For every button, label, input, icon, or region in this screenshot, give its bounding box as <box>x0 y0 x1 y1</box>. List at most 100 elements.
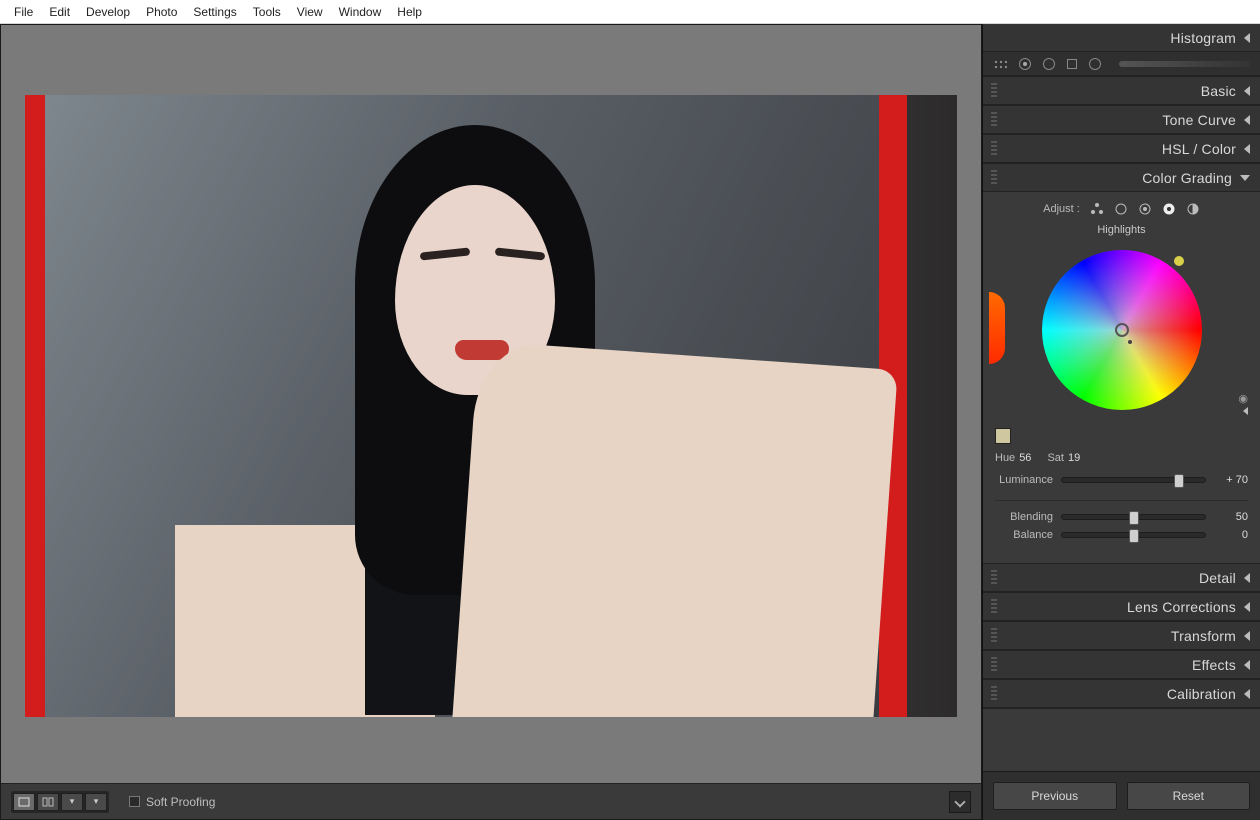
panel-grip-icon <box>991 141 997 157</box>
panel-grip-icon <box>991 570 997 586</box>
view-mode-group: ▾ ▾ <box>11 791 109 813</box>
panel-footer: Previous Reset <box>983 771 1260 820</box>
cg-color-swatch[interactable] <box>995 428 1011 444</box>
collapse-left-icon <box>1244 573 1250 583</box>
view-loupe-icon[interactable] <box>13 793 35 811</box>
view-option-a-icon[interactable]: ▾ <box>61 793 83 811</box>
panel-color-grading-title: Color Grading <box>1142 170 1232 186</box>
panel-detail[interactable]: Detail <box>983 564 1260 592</box>
workspace: ▾ ▾ Soft Proofing Histogram <box>0 24 1260 820</box>
brush-size-indicator[interactable] <box>1119 61 1250 67</box>
menu-bar: File Edit Develop Photo Settings Tools V… <box>0 0 1260 24</box>
cg-luminance-value[interactable]: + 70 <box>1214 474 1248 486</box>
menu-edit[interactable]: Edit <box>41 3 78 21</box>
panel-calibration[interactable]: Calibration <box>983 680 1260 708</box>
cg-luminance-label: Luminance <box>995 474 1053 486</box>
color-grading-body: Adjust : Highlights ◉ <box>983 192 1260 563</box>
radial-tool-icon[interactable] <box>1089 58 1101 70</box>
panel-calibration-title: Calibration <box>1167 686 1236 702</box>
cg-wheel-area: ◉ <box>995 242 1248 422</box>
panel-lens-corrections[interactable]: Lens Corrections <box>983 593 1260 621</box>
cg-adjust-row: Adjust : <box>995 202 1248 216</box>
masking-tool-icon[interactable] <box>1067 59 1077 69</box>
cg-wheel-hue-handle[interactable] <box>1174 256 1184 266</box>
menu-photo[interactable]: Photo <box>138 3 185 21</box>
cg-sat-value[interactable]: 19 <box>1068 452 1080 464</box>
panel-grip-icon <box>991 112 997 128</box>
panel-hsl-color[interactable]: HSL / Color <box>983 135 1260 163</box>
spot-removal-icon[interactable] <box>1019 58 1031 70</box>
cg-view-shadows-icon[interactable] <box>1114 202 1128 216</box>
cg-view-global-icon[interactable] <box>1186 202 1200 216</box>
cg-view-midtones-icon[interactable] <box>1138 202 1152 216</box>
panel-color-grading[interactable]: Color Grading <box>983 164 1260 192</box>
cg-hue-value[interactable]: 56 <box>1019 452 1031 464</box>
panel-transform[interactable]: Transform <box>983 622 1260 650</box>
panel-basic[interactable]: Basic <box>983 77 1260 105</box>
cg-hue-label: Hue <box>995 452 1015 464</box>
toolbar-more-dropdown[interactable] <box>949 791 971 813</box>
cg-subtitle: Highlights <box>995 224 1248 236</box>
menu-window[interactable]: Window <box>331 3 390 21</box>
menu-view[interactable]: View <box>289 3 331 21</box>
redeye-tool-icon[interactable] <box>1043 58 1055 70</box>
cg-preview-eye-icon[interactable]: ◉ <box>1238 392 1248 405</box>
menu-tools[interactable]: Tools <box>245 3 289 21</box>
slider-thumb[interactable] <box>1129 529 1139 543</box>
view-option-b-icon[interactable]: ▾ <box>85 793 107 811</box>
develop-panel: Histogram Basic Tone Curve <box>982 24 1260 820</box>
menu-help[interactable]: Help <box>389 3 430 21</box>
collapse-left-icon <box>1244 86 1250 96</box>
cg-wheel-center-icon <box>1115 323 1129 337</box>
panel-grip-icon <box>991 83 997 99</box>
cg-balance-value[interactable]: 0 <box>1214 529 1248 541</box>
cg-balance-slider[interactable]: Balance 0 <box>995 529 1248 541</box>
panel-grip-icon <box>991 686 997 702</box>
photo-preview[interactable] <box>25 95 957 717</box>
canvas-toolbar: ▾ ▾ Soft Proofing <box>1 783 981 819</box>
menu-file[interactable]: File <box>6 3 41 21</box>
cg-blending-label: Blending <box>995 511 1053 523</box>
cg-sat-label: Sat <box>1047 452 1064 464</box>
slider-thumb[interactable] <box>1129 511 1139 525</box>
cg-blending-value[interactable]: 50 <box>1214 511 1248 523</box>
cg-luminance-slider[interactable]: Luminance + 70 <box>995 474 1248 486</box>
collapse-left-icon <box>1244 115 1250 125</box>
cg-prev-wheel-peek[interactable] <box>989 292 1005 364</box>
cg-view-3way-icon[interactable] <box>1090 202 1104 216</box>
chevron-down-icon <box>954 796 965 807</box>
cg-collapse-values-icon[interactable] <box>1243 407 1248 415</box>
slider-thumb[interactable] <box>1174 474 1184 488</box>
previous-button[interactable]: Previous <box>993 782 1117 810</box>
menu-settings[interactable]: Settings <box>185 3 244 21</box>
checkbox-icon[interactable] <box>129 796 140 807</box>
panel-hsl-title: HSL / Color <box>1162 141 1236 157</box>
panel-lens-title: Lens Corrections <box>1127 599 1236 615</box>
canvas-area: ▾ ▾ Soft Proofing <box>0 24 982 820</box>
panel-basic-title: Basic <box>1201 83 1236 99</box>
crop-tool-icon[interactable] <box>993 59 1007 69</box>
collapse-left-icon <box>1244 144 1250 154</box>
cg-adjust-label: Adjust : <box>1043 203 1080 215</box>
menu-develop[interactable]: Develop <box>78 3 138 21</box>
cg-blending-slider[interactable]: Blending 50 <box>995 511 1248 523</box>
canvas-viewport[interactable] <box>17 41 965 771</box>
expand-down-icon <box>1240 175 1250 181</box>
cg-wheel-sat-dot <box>1128 340 1132 344</box>
collapse-left-icon <box>1244 660 1250 670</box>
soft-proofing-label: Soft Proofing <box>146 795 215 809</box>
panel-tone-curve-title: Tone Curve <box>1162 112 1236 128</box>
soft-proofing-toggle[interactable]: Soft Proofing <box>129 795 215 809</box>
panel-histogram-title: Histogram <box>1170 30 1236 46</box>
panel-tone-curve[interactable]: Tone Curve <box>983 106 1260 134</box>
collapse-left-icon <box>1244 33 1250 43</box>
panel-effects-title: Effects <box>1192 657 1236 673</box>
cg-balance-label: Balance <box>995 529 1053 541</box>
panel-histogram[interactable]: Histogram <box>983 24 1260 52</box>
panel-effects[interactable]: Effects <box>983 651 1260 679</box>
view-before-after-icon[interactable] <box>37 793 59 811</box>
cg-hue-sat-row: Hue 56 Sat 19 <box>995 452 1248 464</box>
cg-view-highlights-icon[interactable] <box>1162 202 1176 216</box>
tool-strip <box>983 52 1260 76</box>
reset-button[interactable]: Reset <box>1127 782 1251 810</box>
